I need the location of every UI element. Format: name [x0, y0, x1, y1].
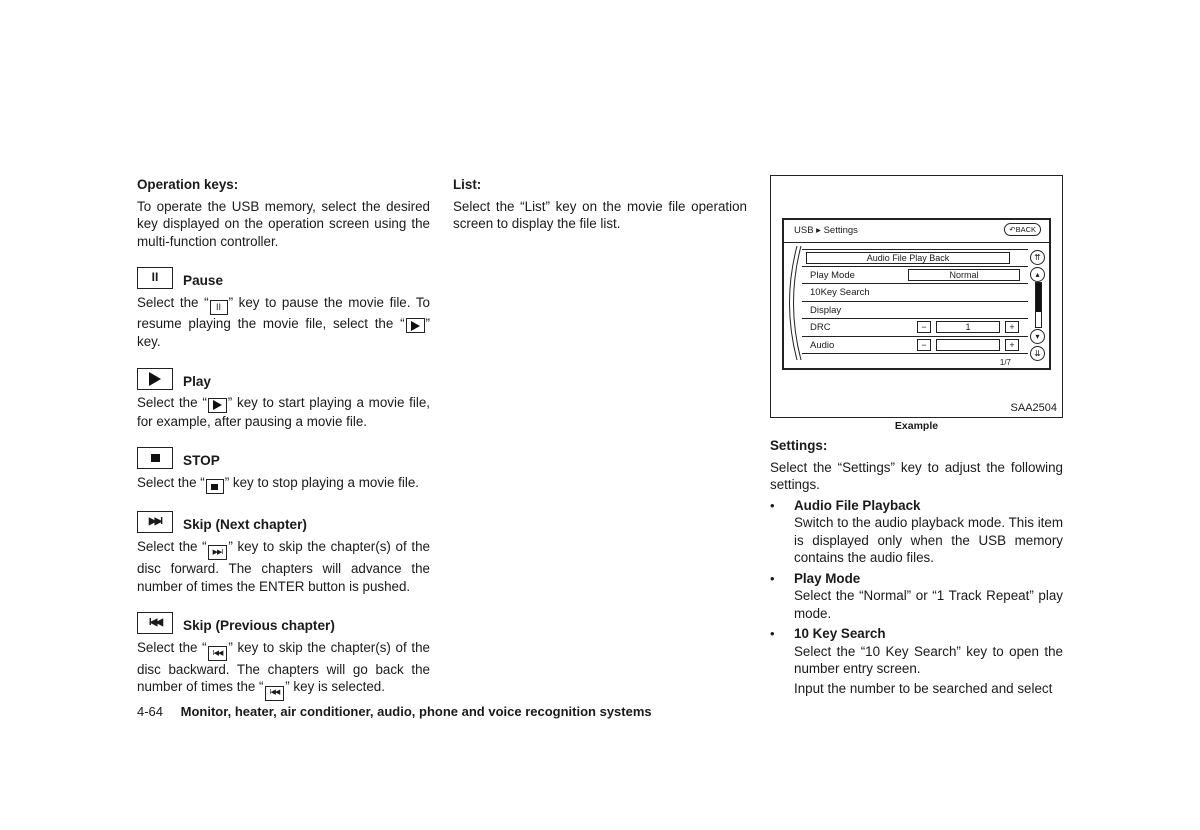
play-icon — [207, 397, 227, 413]
menu-row-audio: Audio − + — [802, 337, 1028, 354]
screen-title: USB ▸ Settings — [794, 225, 858, 236]
page-number: 4-64 — [137, 704, 164, 719]
drc-value: 1 — [936, 321, 1000, 333]
bullet-icon: • — [770, 570, 775, 586]
list-heading: List: — [453, 177, 482, 192]
play-icon — [405, 318, 425, 334]
skip-previous-title: Skip (Previous chapter) — [183, 618, 335, 633]
play-icon — [137, 367, 173, 390]
screen-divider — [784, 242, 1049, 243]
skip-previous-icon: I◀◀ — [264, 685, 285, 701]
skip-next-key-heading: ▶▶I Skip (Next chapter) — [137, 510, 430, 534]
bullet-10-key-search: • 10 Key Search — [770, 625, 1063, 643]
operation-keys-section: Operation keys: To operate the USB memor… — [137, 176, 430, 701]
stop-key-heading: STOP — [137, 446, 430, 470]
bullet-body: Input the number to be searched and sele… — [794, 680, 1053, 696]
audio-minus-button: − — [917, 338, 931, 351]
menu-row-display: Display — [802, 302, 1028, 319]
audio-plus-button: + — [1005, 338, 1019, 351]
settings-intro: Select the “Settings” key to adjust the … — [770, 459, 1063, 493]
chapter-title: Monitor, heater, air conditioner, audio,… — [180, 704, 652, 719]
pause-description: Select the “II” key to pause the movie f… — [137, 294, 430, 350]
bullet-icon: • — [770, 497, 775, 513]
audio-file-play-back-button: Audio File Play Back — [806, 252, 1010, 264]
scrollbar — [1035, 282, 1042, 328]
back-button: ↶BACK — [1004, 223, 1041, 236]
play-mode-value: Normal — [908, 268, 1020, 281]
10key-search-label: 10Key Search — [810, 287, 870, 298]
drc-label: DRC — [810, 322, 831, 333]
pause-icon: II — [137, 266, 173, 289]
bullet-body: Select the “Normal” or “1 Track Repeat” … — [794, 588, 1063, 621]
audio-value — [936, 338, 1000, 351]
scrollbar-thumb — [1036, 283, 1041, 312]
page-down-icon: ⇊ — [1030, 346, 1045, 361]
operation-keys-heading: Operation keys: — [137, 177, 239, 192]
stop-description: Select the “” key to stop playing a movi… — [137, 474, 430, 495]
bullet-audio-file-playback: • Audio File Playback — [770, 497, 1063, 515]
settings-section: Settings: Select the “Settings” key to a… — [770, 437, 1063, 697]
bullet-title: Audio File Playback — [794, 497, 921, 513]
pause-title: Pause — [183, 273, 224, 288]
skip-previous-description: Select the “I◀◀” key to skip the chapter… — [137, 639, 430, 701]
play-title: Play — [183, 373, 211, 389]
bullet-body: Switch to the audio playback mode. This … — [794, 515, 1063, 565]
bullet-title: 10 Key Search — [794, 626, 886, 641]
display-label: Display — [810, 304, 842, 316]
figure-code: SAA2504 — [1010, 402, 1057, 414]
menu-row-play-mode: Play Mode Normal — [802, 267, 1028, 284]
menu-row-10key-search: 10Key Search — [802, 284, 1028, 302]
bullet-title: Play Mode — [794, 570, 861, 586]
page-footer: 4-64 Monitor, heater, air conditioner, a… — [137, 704, 652, 719]
scroll-up-icon: ▴ — [1030, 267, 1045, 282]
skip-next-icon: ▶▶I — [207, 545, 228, 560]
skip-previous-icon: I◀◀ — [207, 645, 228, 661]
operation-keys-intro: To operate the USB memory, select the de… — [137, 198, 430, 249]
skip-previous-key-heading: I◀◀ Skip (Previous chapter) — [137, 611, 430, 635]
pause-key-heading: II Pause — [137, 266, 430, 290]
play-mode-label: Play Mode — [810, 269, 855, 281]
bullet-body: Select the “10 Key Search” key to open t… — [794, 643, 1063, 677]
settings-heading: Settings: — [770, 438, 828, 453]
drc-minus-button: − — [917, 321, 931, 333]
menu-row-drc: DRC − 1 + — [802, 319, 1028, 337]
pause-icon: II — [209, 299, 228, 315]
settings-menu: Audio File Play Back Play Mode Normal 10… — [802, 249, 1028, 354]
drc-plus-button: + — [1005, 321, 1019, 333]
skip-next-title: Skip (Next chapter) — [183, 517, 307, 533]
menu-row-audio-file-play-back: Audio File Play Back — [802, 249, 1028, 267]
stop-title: STOP — [183, 453, 220, 469]
list-description: Select the “List” key on the movie file … — [453, 198, 747, 232]
page-indicator: 1/7 — [999, 358, 1011, 367]
bullet-play-mode: • Play Mode — [770, 570, 1063, 588]
bullet-icon: • — [770, 626, 775, 641]
play-key-heading: Play — [137, 367, 430, 391]
page-up-icon: ⇈ — [1030, 250, 1045, 265]
list-section: List: Select the “List” key on the movie… — [453, 176, 747, 233]
skip-previous-icon: I◀◀ — [137, 611, 173, 634]
stop-icon — [137, 447, 173, 469]
settings-screen: USB ▸ Settings ↶BACK Audio File Play Bac… — [782, 218, 1051, 370]
stop-icon — [205, 479, 224, 495]
skip-next-description: Select the “▶▶I” key to skip the chapter… — [137, 538, 431, 594]
skip-next-icon: ▶▶I — [137, 511, 173, 533]
figure-caption: Example — [894, 420, 939, 432]
scroll-down-icon: ▾ — [1030, 329, 1045, 344]
settings-screen-figure: USB ▸ Settings ↶BACK Audio File Play Bac… — [770, 175, 1063, 418]
menu-arc-decoration — [789, 246, 802, 360]
play-description: Select the “” key to start playing a mov… — [137, 395, 430, 429]
audio-label: Audio — [810, 339, 835, 351]
